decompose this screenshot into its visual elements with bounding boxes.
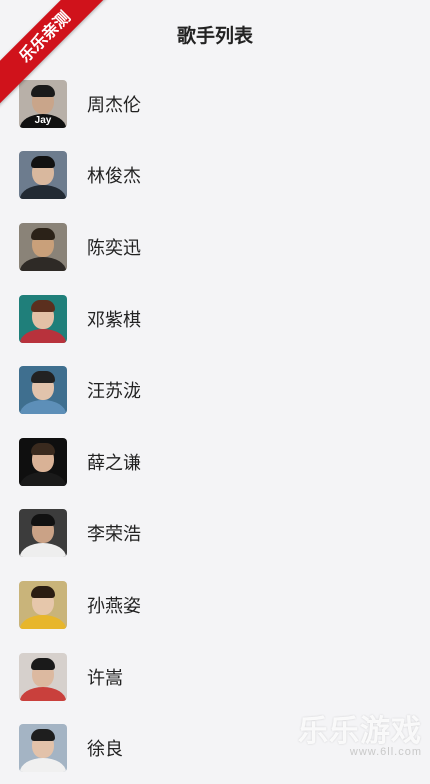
avatar-hair bbox=[31, 227, 55, 240]
avatar-shoulders bbox=[20, 185, 66, 200]
singer-row[interactable]: 陈奕迅 bbox=[0, 211, 430, 283]
watermark-title: 乐乐游戏 bbox=[298, 714, 422, 749]
avatar-hair bbox=[31, 442, 55, 455]
singer-name: 林俊杰 bbox=[87, 166, 141, 188]
avatar-tag: Jay bbox=[34, 114, 52, 126]
singer-row[interactable]: 许嵩 bbox=[0, 641, 430, 713]
singer-avatar bbox=[19, 366, 67, 415]
singer-name: 李荣浩 bbox=[87, 524, 141, 546]
singer-name: 孙燕姿 bbox=[87, 595, 141, 617]
avatar-shoulders bbox=[20, 328, 66, 343]
singer-row[interactable]: 孙燕姿 bbox=[0, 569, 430, 641]
singer-name: 陈奕迅 bbox=[87, 237, 141, 259]
avatar-shoulders bbox=[20, 758, 66, 773]
ribbon-label: 乐乐亲测 bbox=[0, 0, 110, 108]
corner-ribbon: 乐乐亲测 bbox=[0, 0, 110, 110]
avatar-shoulders bbox=[20, 686, 66, 701]
avatar-hair bbox=[31, 299, 55, 312]
singer-row[interactable]: 林俊杰 bbox=[0, 140, 430, 212]
singer-name: 邓紫棋 bbox=[87, 309, 141, 331]
avatar-shoulders bbox=[20, 256, 66, 271]
singer-avatar bbox=[19, 580, 67, 629]
singer-avatar bbox=[19, 724, 67, 773]
page-title: 歌手列表 bbox=[176, 24, 253, 47]
singer-name: 薛之谦 bbox=[87, 452, 141, 474]
singer-avatar bbox=[19, 509, 67, 558]
avatar-shoulders bbox=[20, 400, 66, 415]
avatar-hair bbox=[31, 657, 55, 670]
avatar-shoulders bbox=[20, 614, 66, 629]
watermark-logo: 乐乐游戏 www.6ll.com bbox=[298, 706, 422, 758]
avatar-hair bbox=[31, 514, 55, 527]
singer-list: Jay 周杰伦 林俊杰 陈奕迅 邓紫棋 汪苏泷 薛之谦 李荣浩 孙燕姿 许嵩 徐良 bbox=[0, 68, 430, 784]
singer-row[interactable]: 薛之谦 bbox=[0, 426, 430, 498]
singer-row[interactable]: 李荣浩 bbox=[0, 498, 430, 570]
avatar-hair bbox=[31, 585, 55, 598]
singer-avatar bbox=[19, 294, 67, 343]
singer-avatar bbox=[19, 652, 67, 701]
avatar-hair bbox=[31, 371, 55, 384]
singer-row[interactable]: 邓紫棋 bbox=[0, 283, 430, 355]
singer-avatar bbox=[19, 437, 67, 486]
avatar-shoulders bbox=[20, 543, 66, 558]
avatar-shoulders bbox=[20, 471, 66, 486]
avatar-hair bbox=[31, 156, 55, 169]
singer-avatar bbox=[19, 151, 67, 200]
avatar-hair bbox=[31, 729, 55, 742]
singer-avatar bbox=[19, 222, 67, 271]
singer-name: 汪苏泷 bbox=[87, 381, 141, 403]
singer-name: 徐良 bbox=[87, 739, 123, 761]
singer-row[interactable]: 汪苏泷 bbox=[0, 354, 430, 426]
singer-name: 许嵩 bbox=[87, 667, 123, 689]
